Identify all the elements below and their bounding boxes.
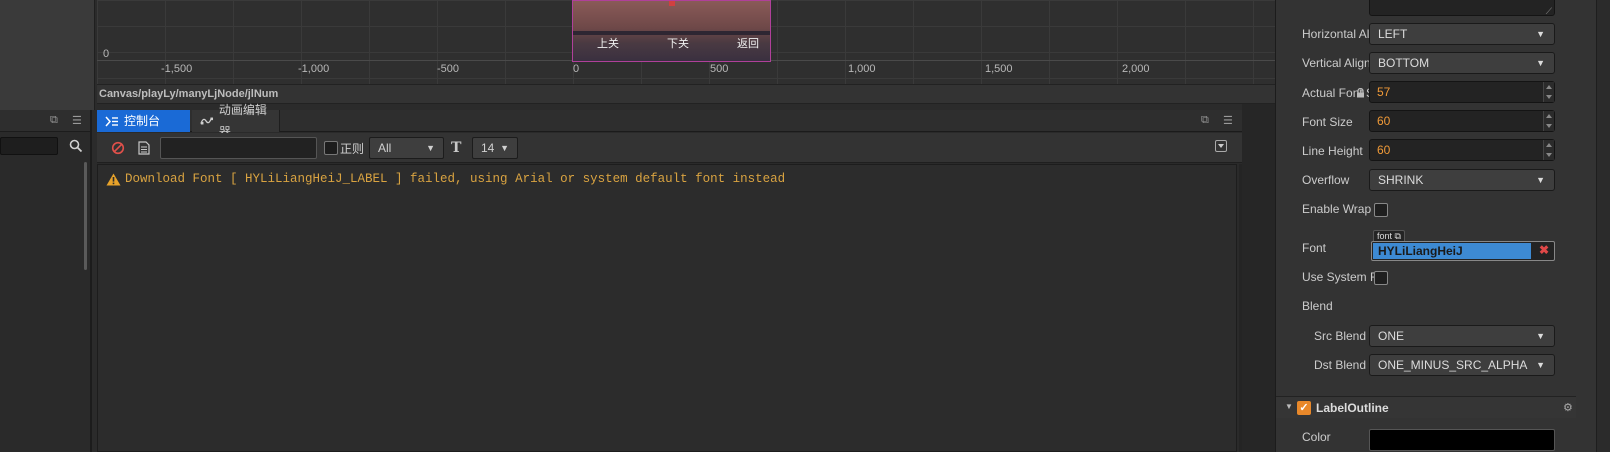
caret-down-icon: ▼ — [1536, 360, 1545, 370]
prop-label-font-size: Font Size — [1302, 115, 1353, 129]
overflow-value: SHRINK — [1378, 173, 1424, 187]
fold-triangle-icon[interactable]: ▼ — [1285, 402, 1293, 411]
actual-font-size-field: 57 — [1369, 81, 1555, 103]
game-canvas-preview[interactable]: 上关 下关 返回 — [572, 0, 771, 62]
lock-icon — [1357, 88, 1364, 98]
hierarchy-search-input[interactable] — [0, 137, 58, 155]
log-message: Download Font [ HYLiLiangHeiJ_LABEL ] fa… — [125, 172, 786, 186]
caret-down-icon: ▼ — [1536, 331, 1545, 341]
inspector-panel: Horizontal Align LEFT▼ Vertical Align BO… — [1275, 0, 1610, 452]
menu-icon[interactable]: ☰ — [1223, 114, 1233, 127]
color-swatch[interactable] — [1369, 429, 1555, 451]
stepper-icon[interactable] — [1543, 111, 1554, 131]
component-enable-checkbox[interactable]: ✓ — [1297, 401, 1311, 415]
src-blend-factor-value: ONE — [1378, 329, 1405, 343]
dst-blend-factor-select[interactable]: ONE_MINUS_SRC_ALPHA ▼ — [1369, 354, 1555, 376]
console-log-area[interactable]: Download Font [ HYLiLiangHeiJ_LABEL ] fa… — [97, 164, 1237, 452]
regex-checkbox[interactable] — [324, 141, 338, 155]
clear-console-icon[interactable] — [111, 141, 125, 155]
hierarchy-panel: ⧉ ☰ — [0, 110, 92, 452]
vertical-align-value: BOTTOM — [1378, 56, 1430, 70]
font-size-value: 60 — [1377, 114, 1391, 128]
preview-marker — [669, 1, 675, 6]
src-blend-factor-select[interactable]: ONE ▼ — [1369, 325, 1555, 347]
scene-x-tick: 1,000 — [848, 63, 876, 75]
preview-label: 上关 — [597, 37, 619, 50]
line-height-field[interactable]: 60 — [1369, 139, 1555, 161]
scene-x-tick: -500 — [437, 63, 460, 75]
collapse-icon[interactable] — [1215, 140, 1227, 152]
caret-down-icon: ▼ — [500, 143, 509, 153]
log-level-select[interactable]: All ▼ — [369, 137, 444, 159]
stepper-icon[interactable] — [1543, 140, 1554, 160]
actual-font-size-value: 57 — [1377, 85, 1391, 99]
font-asset-field[interactable]: HYLiLiangHeiJ ✖ — [1371, 241, 1555, 261]
scene-y-zero-label: 0 — [103, 48, 110, 60]
tab-console[interactable]: 控制台 — [97, 110, 190, 132]
preview-label: 下关 — [667, 37, 689, 50]
node-path-bar: Canvas/playLy/manyLjNode/jlNum — [97, 84, 1275, 104]
hierarchy-panel-header: ⧉ ☰ — [0, 110, 90, 132]
tab-console-label: 控制台 — [124, 114, 161, 128]
caret-down-icon: ▼ — [1536, 175, 1545, 185]
popout-icon[interactable]: ⧉ — [50, 114, 58, 127]
component-header-labeloutline[interactable]: ▼ ✓ LabelOutline ⚙ — [1276, 396, 1576, 418]
scene-x-tick: 1,500 — [985, 63, 1013, 75]
menu-icon[interactable]: ☰ — [72, 114, 82, 127]
caret-down-icon: ▼ — [1536, 58, 1545, 68]
animation-icon — [200, 117, 214, 125]
open-log-file-icon[interactable] — [138, 141, 150, 155]
caret-down-icon: ▼ — [1536, 29, 1545, 39]
scene-x-tick: 2,000 — [1122, 63, 1150, 75]
string-textarea[interactable] — [1369, 0, 1555, 17]
horizontal-align-value: LEFT — [1378, 27, 1408, 41]
hierarchy-scrollbar[interactable] — [84, 162, 87, 270]
vertical-align-select[interactable]: BOTTOM ▼ — [1369, 52, 1555, 74]
font-size-field[interactable]: 60 — [1369, 110, 1555, 132]
line-height-value: 60 — [1377, 143, 1391, 157]
console-panel: 控制台 动画编辑器 ⧉ ☰ 正则 All ▼ T 14 ▼ Download F… — [97, 103, 1242, 452]
log-entry[interactable]: Download Font [ HYLiLiangHeiJ_LABEL ] fa… — [106, 172, 785, 186]
left-top-panel — [0, 0, 95, 110]
font-size-icon: T — [451, 140, 462, 156]
popout-icon[interactable]: ⧉ — [1201, 114, 1209, 127]
scene-x-tick: 500 — [710, 63, 729, 75]
scene-x-tick: -1,000 — [298, 63, 330, 75]
prop-label-color: Color — [1302, 430, 1331, 444]
scene-x-tick: 0 — [573, 63, 580, 75]
scene-x-tick: -1,500 — [161, 63, 193, 75]
search-icon[interactable] — [69, 139, 83, 153]
font-asset-name: HYLiLiangHeiJ — [1373, 243, 1531, 259]
console-icon — [105, 116, 118, 126]
prop-label-line-height: Line Height — [1302, 144, 1363, 158]
log-level-value: All — [378, 141, 392, 155]
console-tabbar: 控制台 动画编辑器 ⧉ ☰ — [97, 103, 1242, 139]
console-toolbar: 正则 All ▼ T 14 ▼ — [97, 133, 1242, 163]
component-title: LabelOutline — [1316, 401, 1389, 415]
font-size-select[interactable]: 14 ▼ — [472, 137, 518, 159]
stepper-icon — [1543, 82, 1554, 102]
panel-gap — [1242, 104, 1275, 452]
dst-blend-factor-value: ONE_MINUS_SRC_ALPHA — [1378, 358, 1528, 372]
prop-label-overflow: Overflow — [1302, 173, 1350, 187]
preview-label: 返回 — [737, 37, 759, 50]
console-filter-input[interactable] — [160, 137, 317, 159]
prop-label-font: Font — [1302, 241, 1327, 255]
gear-icon[interactable]: ⚙ — [1563, 401, 1573, 414]
tab-animation-editor[interactable]: 动画编辑器 — [192, 103, 280, 139]
overflow-select[interactable]: SHRINK ▼ — [1369, 169, 1555, 191]
enable-wrap-text-checkbox[interactable] — [1374, 203, 1388, 217]
caret-down-icon: ▼ — [426, 143, 435, 153]
inspector-scrollbar[interactable] — [1596, 0, 1610, 452]
font-asset-type-label: font — [1377, 231, 1393, 241]
horizontal-align-select[interactable]: LEFT ▼ — [1369, 23, 1555, 45]
regex-label: 正则 — [340, 142, 365, 156]
remove-icon[interactable]: ✖ — [1539, 243, 1549, 257]
scene-view[interactable]: 0 -1,500 -1,000 -500 0 500 1,000 1,500 2… — [97, 0, 1275, 84]
use-system-font-checkbox[interactable] — [1374, 271, 1388, 285]
prop-label-vertical-align: Vertical Align — [1302, 56, 1371, 70]
prop-label-blend: Blend — [1302, 299, 1333, 313]
warning-icon — [106, 173, 121, 185]
font-size-value: 14 — [481, 141, 495, 155]
